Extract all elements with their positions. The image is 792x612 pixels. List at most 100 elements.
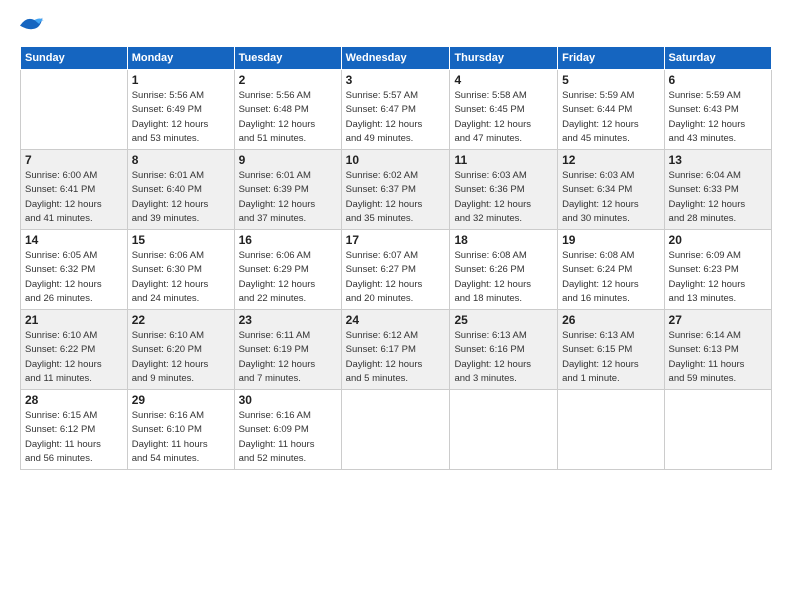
calendar-cell: 11 Sunrise: 6:03 AM Sunset: 6:36 PM Dayli… <box>450 150 558 230</box>
day-number: 4 <box>454 73 553 87</box>
day-number: 16 <box>239 233 337 247</box>
day-number: 13 <box>669 153 767 167</box>
day-info: Sunrise: 6:09 AM Sunset: 6:23 PM Dayligh… <box>669 249 767 306</box>
calendar-cell: 9 Sunrise: 6:01 AM Sunset: 6:39 PM Daylig… <box>234 150 341 230</box>
calendar-cell: 20 Sunrise: 6:09 AM Sunset: 6:23 PM Dayli… <box>664 230 771 310</box>
calendar-cell <box>450 390 558 470</box>
day-number: 1 <box>132 73 230 87</box>
calendar-cell: 14 Sunrise: 6:05 AM Sunset: 6:32 PM Dayli… <box>21 230 128 310</box>
day-info: Sunrise: 5:56 AM Sunset: 6:48 PM Dayligh… <box>239 89 337 146</box>
day-number: 27 <box>669 313 767 327</box>
day-info: Sunrise: 6:13 AM Sunset: 6:15 PM Dayligh… <box>562 329 659 386</box>
calendar-week-row: 21 Sunrise: 6:10 AM Sunset: 6:22 PM Dayli… <box>21 310 772 390</box>
calendar-cell: 1 Sunrise: 5:56 AM Sunset: 6:49 PM Daylig… <box>127 70 234 150</box>
day-info: Sunrise: 5:59 AM Sunset: 6:43 PM Dayligh… <box>669 89 767 146</box>
calendar-cell: 24 Sunrise: 6:12 AM Sunset: 6:17 PM Dayli… <box>341 310 450 390</box>
calendar-cell: 5 Sunrise: 5:59 AM Sunset: 6:44 PM Daylig… <box>558 70 664 150</box>
day-number: 24 <box>346 313 446 327</box>
day-info: Sunrise: 5:57 AM Sunset: 6:47 PM Dayligh… <box>346 89 446 146</box>
logo-icon <box>20 16 44 36</box>
day-info: Sunrise: 5:59 AM Sunset: 6:44 PM Dayligh… <box>562 89 659 146</box>
calendar-table: SundayMondayTuesdayWednesdayThursdayFrid… <box>20 46 772 470</box>
day-info: Sunrise: 6:04 AM Sunset: 6:33 PM Dayligh… <box>669 169 767 226</box>
calendar-cell: 4 Sunrise: 5:58 AM Sunset: 6:45 PM Daylig… <box>450 70 558 150</box>
calendar-header-wednesday: Wednesday <box>341 47 450 70</box>
day-info: Sunrise: 6:01 AM Sunset: 6:40 PM Dayligh… <box>132 169 230 226</box>
calendar-week-row: 1 Sunrise: 5:56 AM Sunset: 6:49 PM Daylig… <box>21 70 772 150</box>
day-info: Sunrise: 6:12 AM Sunset: 6:17 PM Dayligh… <box>346 329 446 386</box>
calendar-cell: 25 Sunrise: 6:13 AM Sunset: 6:16 PM Dayli… <box>450 310 558 390</box>
day-info: Sunrise: 6:06 AM Sunset: 6:30 PM Dayligh… <box>132 249 230 306</box>
day-number: 11 <box>454 153 553 167</box>
page: SundayMondayTuesdayWednesdayThursdayFrid… <box>0 0 792 612</box>
day-number: 3 <box>346 73 446 87</box>
calendar-cell: 8 Sunrise: 6:01 AM Sunset: 6:40 PM Daylig… <box>127 150 234 230</box>
calendar-cell: 26 Sunrise: 6:13 AM Sunset: 6:15 PM Dayli… <box>558 310 664 390</box>
day-info: Sunrise: 6:05 AM Sunset: 6:32 PM Dayligh… <box>25 249 123 306</box>
day-number: 15 <box>132 233 230 247</box>
calendar-cell <box>664 390 771 470</box>
day-number: 26 <box>562 313 659 327</box>
day-info: Sunrise: 6:01 AM Sunset: 6:39 PM Dayligh… <box>239 169 337 226</box>
calendar-cell: 22 Sunrise: 6:10 AM Sunset: 6:20 PM Dayli… <box>127 310 234 390</box>
day-number: 21 <box>25 313 123 327</box>
calendar-cell: 10Sunrise: 6:02 AM Sunset: 6:37 PM Dayli… <box>341 150 450 230</box>
day-number: 8 <box>132 153 230 167</box>
day-number: 20 <box>669 233 767 247</box>
calendar-cell: 13 Sunrise: 6:04 AM Sunset: 6:33 PM Dayli… <box>664 150 771 230</box>
calendar-cell: 16 Sunrise: 6:06 AM Sunset: 6:29 PM Dayli… <box>234 230 341 310</box>
calendar-week-row: 28 Sunrise: 6:15 AM Sunset: 6:12 PM Dayli… <box>21 390 772 470</box>
day-info: Sunrise: 6:03 AM Sunset: 6:36 PM Dayligh… <box>454 169 553 226</box>
day-number: 17 <box>346 233 446 247</box>
calendar-cell: 15 Sunrise: 6:06 AM Sunset: 6:30 PM Dayli… <box>127 230 234 310</box>
day-info: Sunrise: 6:00 AM Sunset: 6:41 PM Dayligh… <box>25 169 123 226</box>
day-number: 22 <box>132 313 230 327</box>
calendar-cell: 2 Sunrise: 5:56 AM Sunset: 6:48 PM Daylig… <box>234 70 341 150</box>
day-info: Sunrise: 6:06 AM Sunset: 6:29 PM Dayligh… <box>239 249 337 306</box>
day-number: 5 <box>562 73 659 87</box>
day-number: 2 <box>239 73 337 87</box>
day-info: Sunrise: 6:10 AM Sunset: 6:20 PM Dayligh… <box>132 329 230 386</box>
day-info: Sunrise: 6:15 AM Sunset: 6:12 PM Dayligh… <box>25 409 123 466</box>
day-number: 12 <box>562 153 659 167</box>
day-number: 23 <box>239 313 337 327</box>
day-number: 9 <box>239 153 337 167</box>
calendar-week-row: 14 Sunrise: 6:05 AM Sunset: 6:32 PM Dayli… <box>21 230 772 310</box>
calendar-header-row: SundayMondayTuesdayWednesdayThursdayFrid… <box>21 47 772 70</box>
day-number: 19 <box>562 233 659 247</box>
calendar-cell: 27 Sunrise: 6:14 AM Sunset: 6:13 PM Dayli… <box>664 310 771 390</box>
day-number: 30 <box>239 393 337 407</box>
calendar-cell: 28 Sunrise: 6:15 AM Sunset: 6:12 PM Dayli… <box>21 390 128 470</box>
day-info: Sunrise: 6:13 AM Sunset: 6:16 PM Dayligh… <box>454 329 553 386</box>
calendar-week-row: 7 Sunrise: 6:00 AM Sunset: 6:41 PM Daylig… <box>21 150 772 230</box>
calendar-cell: 29Sunrise: 6:16 AM Sunset: 6:10 PM Dayli… <box>127 390 234 470</box>
day-number: 28 <box>25 393 123 407</box>
calendar-header-saturday: Saturday <box>664 47 771 70</box>
day-number: 14 <box>25 233 123 247</box>
calendar-cell: 12 Sunrise: 6:03 AM Sunset: 6:34 PM Dayli… <box>558 150 664 230</box>
calendar-cell: 18Sunrise: 6:08 AM Sunset: 6:26 PM Dayli… <box>450 230 558 310</box>
day-number: 10 <box>346 153 446 167</box>
day-info: Sunrise: 5:58 AM Sunset: 6:45 PM Dayligh… <box>454 89 553 146</box>
day-number: 6 <box>669 73 767 87</box>
day-info: Sunrise: 6:14 AM Sunset: 6:13 PM Dayligh… <box>669 329 767 386</box>
header <box>20 16 772 36</box>
calendar-header-tuesday: Tuesday <box>234 47 341 70</box>
calendar-cell: 3 Sunrise: 5:57 AM Sunset: 6:47 PM Daylig… <box>341 70 450 150</box>
calendar-cell: 30Sunrise: 6:16 AM Sunset: 6:09 PM Dayli… <box>234 390 341 470</box>
calendar-cell: 21 Sunrise: 6:10 AM Sunset: 6:22 PM Dayli… <box>21 310 128 390</box>
day-info: Sunrise: 6:10 AM Sunset: 6:22 PM Dayligh… <box>25 329 123 386</box>
day-info: Sunrise: 6:07 AM Sunset: 6:27 PM Dayligh… <box>346 249 446 306</box>
calendar-header-thursday: Thursday <box>450 47 558 70</box>
day-info: Sunrise: 6:11 AM Sunset: 6:19 PM Dayligh… <box>239 329 337 386</box>
calendar-cell: 6 Sunrise: 5:59 AM Sunset: 6:43 PM Daylig… <box>664 70 771 150</box>
calendar-cell <box>21 70 128 150</box>
calendar-header-sunday: Sunday <box>21 47 128 70</box>
day-info: Sunrise: 6:03 AM Sunset: 6:34 PM Dayligh… <box>562 169 659 226</box>
day-info: Sunrise: 5:56 AM Sunset: 6:49 PM Dayligh… <box>132 89 230 146</box>
day-number: 25 <box>454 313 553 327</box>
logo <box>20 16 46 36</box>
day-info: Sunrise: 6:16 AM Sunset: 6:10 PM Dayligh… <box>132 409 230 466</box>
day-info: Sunrise: 6:08 AM Sunset: 6:26 PM Dayligh… <box>454 249 553 306</box>
day-number: 7 <box>25 153 123 167</box>
